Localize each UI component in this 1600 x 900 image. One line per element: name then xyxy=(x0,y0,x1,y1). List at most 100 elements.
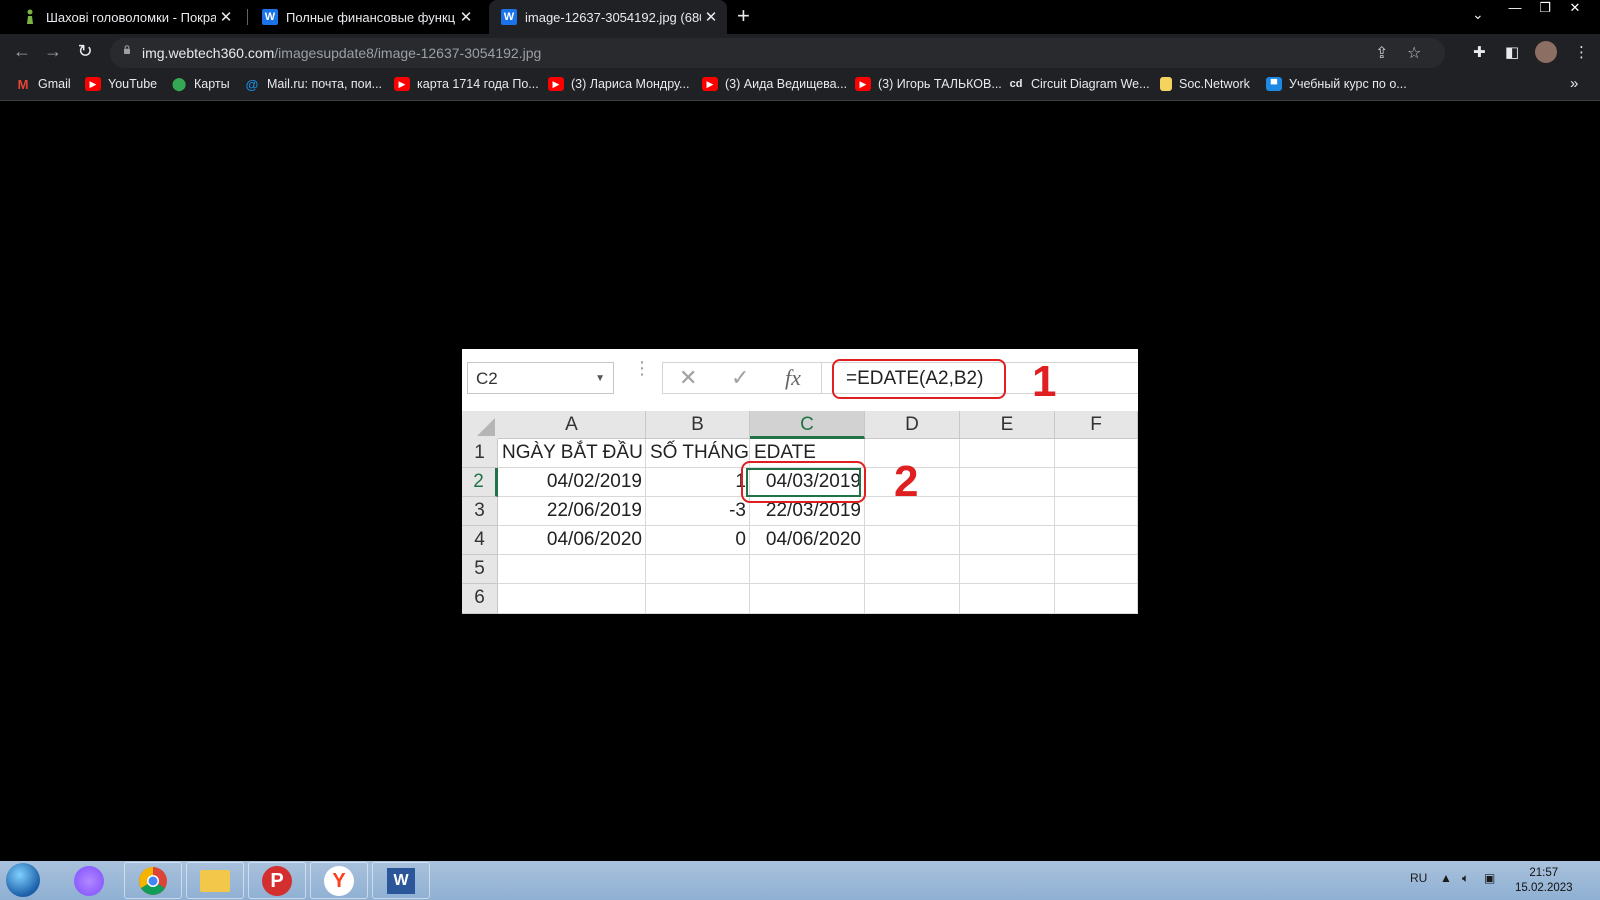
cell-b3: -3 xyxy=(646,497,750,526)
course-icon: ▀ xyxy=(1266,77,1282,91)
chevron-down-icon[interactable]: ⌄ xyxy=(1472,6,1484,23)
more-bookmarks-icon[interactable]: » xyxy=(1570,75,1578,92)
minimize-icon[interactable]: — xyxy=(1500,0,1530,20)
tab-image[interactable]: W image-12637-3054192.jpg (680× ✕ xyxy=(489,0,727,34)
bookmark-label: Gmail xyxy=(38,77,71,91)
menu-kebab-icon[interactable]: ⋮ xyxy=(1574,43,1589,61)
column-header-f: F xyxy=(1055,411,1138,439)
cell-e5 xyxy=(960,555,1055,584)
cell-a6 xyxy=(498,584,646,614)
back-arrow-icon[interactable]: ← xyxy=(11,41,33,62)
share-icon[interactable]: ⇪ xyxy=(1375,43,1388,63)
chess-pawn-icon xyxy=(22,9,38,25)
tray-arrow-icon[interactable]: ▲ xyxy=(1440,871,1452,885)
cell-e6 xyxy=(960,584,1055,614)
lock-icon xyxy=(124,45,130,54)
youtube-icon: ▶ xyxy=(548,77,564,91)
close-icon[interactable]: ✕ xyxy=(216,8,236,26)
restore-icon[interactable]: ❐ xyxy=(1530,0,1560,20)
tab-chess[interactable]: Шахові головоломки - Покращу ✕ xyxy=(10,0,242,34)
bookmark-item[interactable]: ▀ Учебный курс по о... xyxy=(1266,77,1407,91)
alice-icon[interactable] xyxy=(60,862,118,899)
row-header-1: 1 xyxy=(462,439,498,468)
excel-image: C2 ▼ ⋮ ✕ ✓ fx =EDATE(A2,B2) 1 A B C D E F… xyxy=(462,349,1138,614)
cell-c5 xyxy=(750,555,865,584)
window-controls: — ❐ ✕ xyxy=(1500,0,1590,20)
chrome-icon[interactable] xyxy=(124,862,182,899)
extensions-puzzle-icon[interactable]: ✚ xyxy=(1473,43,1486,61)
system-clock[interactable]: 21:57 15.02.2023 xyxy=(1515,866,1573,896)
cell-b6 xyxy=(646,584,750,614)
cell-b5 xyxy=(646,555,750,584)
url-text: img.webtech360.com/imagesupdate8/image-1… xyxy=(142,45,541,61)
bookmark-item[interactable]: ▶ (3) Аида Ведищева... xyxy=(702,77,847,91)
address-bar[interactable]: img.webtech360.com/imagesupdate8/image-1… xyxy=(110,38,1445,68)
bookmark-item[interactable]: ▶ (3) Лариса Мондру... xyxy=(548,77,689,91)
explorer-icon[interactable] xyxy=(186,862,244,899)
cell-e1 xyxy=(960,439,1055,468)
star-bookmark-icon[interactable]: ☆ xyxy=(1407,43,1421,63)
avatar[interactable] xyxy=(1535,41,1557,63)
cancel-x-icon: ✕ xyxy=(679,365,698,390)
column-header-e: E xyxy=(960,411,1055,439)
column-header-c: C xyxy=(750,411,865,439)
fx-icon: fx xyxy=(785,365,801,390)
row-header-4: 4 xyxy=(462,526,498,555)
bookmark-item[interactable]: cd Circuit Diagram We... xyxy=(1008,77,1150,91)
windows-taskbar: P Y W xyxy=(0,861,1600,900)
bookmark-item[interactable]: ⬤ Карты xyxy=(171,76,230,91)
bookmark-label: (3) Игорь ТАЛЬКОВ... xyxy=(878,77,1002,91)
tab-title: image-12637-3054192.jpg (680× xyxy=(525,9,701,25)
clock-date: 15.02.2023 xyxy=(1515,882,1573,894)
word-icon[interactable]: W xyxy=(372,862,430,899)
row-header-5: 5 xyxy=(462,555,498,584)
p-app-icon[interactable]: P xyxy=(248,862,306,899)
name-box[interactable]: C2 ▼ xyxy=(467,362,614,394)
annotation-highlight-c2 xyxy=(741,461,866,503)
folder-icon xyxy=(1160,77,1172,91)
new-tab-button[interactable]: + xyxy=(737,3,750,29)
tab-finance[interactable]: W Полные финансовые функции в ✕ xyxy=(250,0,482,34)
cell-d6 xyxy=(865,584,960,614)
language-indicator[interactable]: RU xyxy=(1410,871,1427,885)
row-header-6: 6 xyxy=(462,584,498,614)
drag-handle-icon: ⋮ xyxy=(633,358,651,378)
bookmark-label: (3) Лариса Мондру... xyxy=(571,77,690,91)
cell-a1: NGÀY BẮT ĐẦU xyxy=(498,439,646,468)
forward-arrow-icon[interactable]: → xyxy=(42,41,64,62)
bookmark-label: Soc.Network xyxy=(1179,77,1250,91)
cell-f2 xyxy=(1055,468,1138,497)
cell-e4 xyxy=(960,526,1055,555)
w-site-icon: W xyxy=(501,9,517,25)
bookmark-item[interactable]: M Gmail xyxy=(15,77,71,92)
close-icon[interactable]: ✕ xyxy=(701,8,721,26)
volume-icon[interactable]: 🔈︎ xyxy=(1462,871,1469,886)
cell-f1 xyxy=(1055,439,1138,468)
bookmark-item[interactable]: @ Mail.ru: почта, пои... xyxy=(244,77,383,92)
cell-e2 xyxy=(960,468,1055,497)
bookmark-label: Mail.ru: почта, пои... xyxy=(267,77,383,91)
column-header-b: B xyxy=(646,411,750,439)
youtube-icon: ▶ xyxy=(855,77,871,91)
start-button[interactable] xyxy=(6,863,40,897)
close-icon[interactable]: ✕ xyxy=(456,8,476,26)
cell-e3 xyxy=(960,497,1055,526)
w-site-icon: W xyxy=(262,9,278,25)
cell-d5 xyxy=(865,555,960,584)
side-panel-icon[interactable]: ◧ xyxy=(1505,43,1519,61)
yandex-icon[interactable]: Y xyxy=(310,862,368,899)
reload-icon[interactable]: ↻ xyxy=(74,41,96,62)
confirm-check-icon: ✓ xyxy=(731,365,750,390)
row-header-3: 3 xyxy=(462,497,498,526)
bookmark-label: Карты xyxy=(194,77,230,91)
bookmark-item[interactable]: ▶ YouTube xyxy=(85,77,157,91)
cell-f4 xyxy=(1055,526,1138,555)
close-window-icon[interactable]: ✕ xyxy=(1560,0,1590,20)
network-icon[interactable]: ▣ xyxy=(1484,871,1495,885)
bookmark-label: YouTube xyxy=(108,77,158,91)
bookmark-item[interactable]: Soc.Network xyxy=(1160,77,1250,91)
bookmark-item[interactable]: ▶ (3) Игорь ТАЛЬКОВ... xyxy=(855,77,1002,91)
youtube-icon: ▶ xyxy=(85,77,101,91)
select-all-corner xyxy=(462,411,498,439)
bookmark-item[interactable]: ▶ карта 1714 года По... xyxy=(394,77,539,91)
